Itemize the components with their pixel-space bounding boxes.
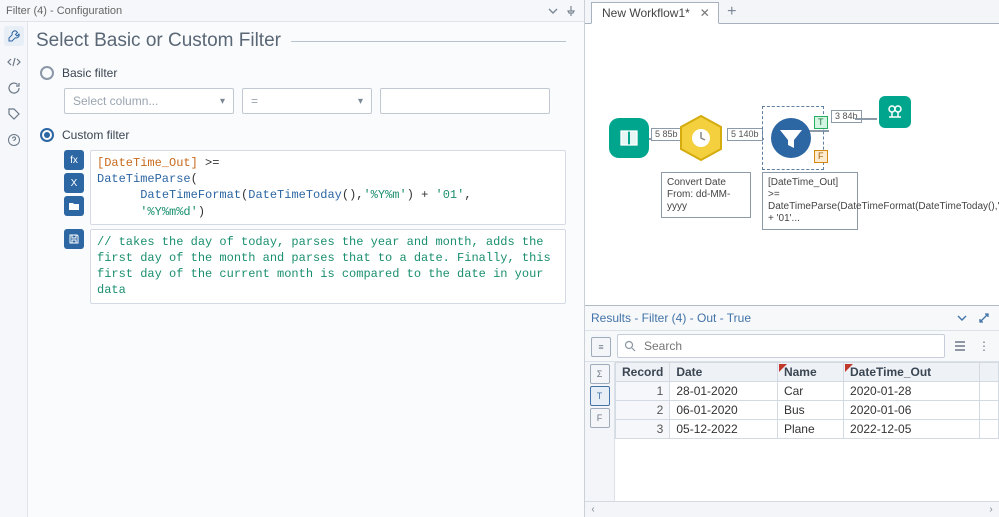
basic-filter-radio[interactable]: Basic filter xyxy=(40,66,566,80)
operator-select[interactable]: = ▾ xyxy=(242,88,372,114)
horizontal-scrollbar[interactable]: ‹ › xyxy=(585,501,999,517)
column-select[interactable]: Select column... ▾ xyxy=(64,88,234,114)
new-tab-button[interactable]: + xyxy=(721,1,743,23)
custom-filter-radio[interactable]: Custom filter xyxy=(40,128,566,142)
col-date[interactable]: Date xyxy=(670,363,778,382)
config-title: Select Basic or Custom Filter xyxy=(36,30,566,52)
x-column-icon[interactable]: X xyxy=(64,173,84,193)
false-output-icon[interactable]: F xyxy=(590,408,610,428)
refresh-icon[interactable] xyxy=(4,78,24,98)
results-title: Results - Filter (4) - Out - True xyxy=(591,311,751,325)
fx-icon[interactable]: fx xyxy=(64,150,84,170)
results-search[interactable] xyxy=(617,334,945,358)
text-input-tool[interactable] xyxy=(609,118,649,158)
output-anchor[interactable]: 5 140b xyxy=(727,128,763,141)
rows-icon[interactable]: ≡ xyxy=(591,337,611,357)
filter-tool[interactable] xyxy=(769,116,813,160)
table-row[interactable]: 128-01-2020Car2020-01-28 xyxy=(616,382,999,401)
expression-editor[interactable]: [DateTime_Out] >= DateTimeParse( DateTim… xyxy=(90,150,566,225)
save-icon[interactable] xyxy=(64,229,84,249)
config-panel-header: Filter (4) - Configuration xyxy=(0,0,584,22)
table-row[interactable]: 206-01-2020Bus2020-01-06 xyxy=(616,401,999,420)
more-icon[interactable]: ⋮ xyxy=(975,337,993,355)
results-grid[interactable]: Record Date Name DateTime_Out 128-01-202… xyxy=(615,362,999,501)
table-header-row: Record Date Name DateTime_Out xyxy=(616,363,999,382)
false-anchor[interactable]: F xyxy=(814,150,828,163)
chevron-down-icon[interactable] xyxy=(546,4,560,18)
col-name[interactable]: Name xyxy=(777,363,843,382)
popout-icon[interactable] xyxy=(975,309,993,327)
table-row[interactable]: 305-12-2022Plane2022-12-05 xyxy=(616,420,999,439)
output-anchor[interactable]: 3 84b xyxy=(831,110,862,123)
wrench-icon[interactable] xyxy=(4,26,24,46)
results-panel: Results - Filter (4) - Out - True ≡ ⋮ Σ … xyxy=(585,305,999,517)
radio-icon xyxy=(40,66,54,80)
close-icon[interactable]: ✕ xyxy=(698,6,712,20)
value-input[interactable] xyxy=(380,88,550,114)
comment-box[interactable]: // takes the day of today, parses the ye… xyxy=(90,229,566,304)
true-anchor[interactable]: T xyxy=(814,116,828,129)
chevron-down-icon[interactable] xyxy=(953,309,971,327)
radio-icon xyxy=(40,128,54,142)
annotation-box[interactable]: Convert Date From: dd-MM-yyyy xyxy=(661,172,751,218)
menu-icon[interactable] xyxy=(951,337,969,355)
chevron-down-icon: ▾ xyxy=(220,96,225,107)
workflow-canvas[interactable]: 5 85b 5 140b T F 3 84b xyxy=(585,24,999,305)
annotation-box[interactable]: [DateTime_Out] >= DateTimeParse(DateTime… xyxy=(762,172,858,230)
config-panel-title: Filter (4) - Configuration xyxy=(6,5,546,17)
col-datetime-out[interactable]: DateTime_Out xyxy=(844,363,980,382)
tag-icon[interactable] xyxy=(4,104,24,124)
datetime-tool[interactable] xyxy=(677,114,725,162)
true-output-icon[interactable]: T xyxy=(590,386,610,406)
pin-icon[interactable] xyxy=(564,4,578,18)
config-sidebar xyxy=(0,22,28,517)
workflow-tab[interactable]: New Workflow1* ✕ xyxy=(591,2,719,24)
xml-icon[interactable] xyxy=(4,52,24,72)
sigma-icon[interactable]: Σ xyxy=(590,364,610,384)
col-record[interactable]: Record xyxy=(616,363,670,382)
search-icon xyxy=(624,340,636,352)
browse-tool[interactable] xyxy=(879,96,911,128)
help-icon[interactable] xyxy=(4,130,24,150)
search-input[interactable] xyxy=(642,338,938,354)
chevron-down-icon: ▾ xyxy=(358,96,363,107)
folder-icon[interactable] xyxy=(64,196,84,216)
workflow-tabbar: New Workflow1* ✕ + xyxy=(585,0,999,24)
